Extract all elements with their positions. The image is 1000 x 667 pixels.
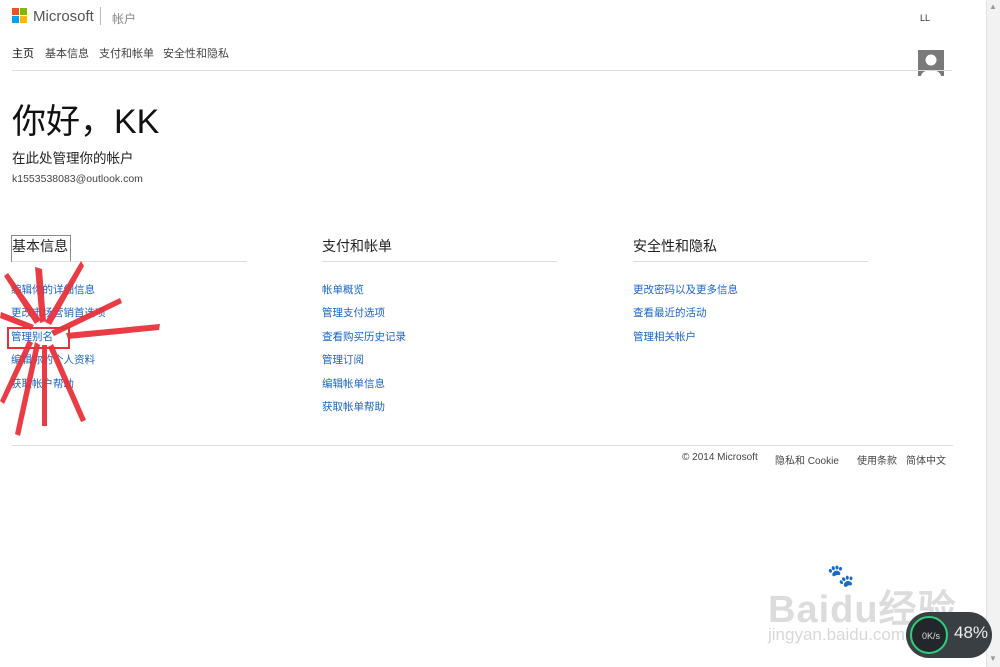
footer-divider xyxy=(12,445,953,446)
vertical-scrollbar[interactable]: ▲ ▼ xyxy=(986,0,1000,667)
nav-home[interactable]: 主页 xyxy=(12,45,34,61)
watermark-url: jingyan.baidu.com xyxy=(768,625,906,644)
nav-security-privacy[interactable]: 安全性和隐私 xyxy=(163,45,229,61)
link-recent-activity[interactable]: 查看最近的活动 xyxy=(633,305,707,320)
section-name[interactable]: 帐户 xyxy=(112,10,136,27)
link-manage-payment[interactable]: 管理支付选项 xyxy=(322,305,385,320)
link-billing-help[interactable]: 获取帐单帮助 xyxy=(322,399,385,414)
link-edit-billing-info[interactable]: 编辑帐单信息 xyxy=(322,376,385,391)
network-speed-widget[interactable]: 0K/s 48% xyxy=(906,612,992,658)
column-title-payment-billing: 支付和帐单 xyxy=(322,238,392,254)
account-email: k1553538083@outlook.com xyxy=(12,173,143,185)
link-marketing-preferences[interactable]: 更改市场营销首选项 xyxy=(11,305,106,320)
scroll-down-icon[interactable]: ▼ xyxy=(989,654,997,663)
link-related-accounts[interactable]: 管理相关帐户 xyxy=(633,329,696,344)
link-change-password[interactable]: 更改密码以及更多信息 xyxy=(633,282,738,297)
nav-payment-billing[interactable]: 支付和帐单 xyxy=(99,45,154,61)
speed-value: 0K/s xyxy=(922,631,941,641)
usage-percent: 48% xyxy=(954,623,989,642)
link-edit-details[interactable]: 编辑你的详细信息 xyxy=(11,282,95,297)
column-divider xyxy=(633,261,868,262)
link-purchase-history[interactable]: 查看购买历史记录 xyxy=(322,329,406,344)
link-manage-subscriptions[interactable]: 管理订阅 xyxy=(322,352,364,367)
footer-language-link[interactable]: 简体中文 xyxy=(906,452,946,467)
column-divider xyxy=(12,261,247,262)
page-subtitle: 在此处管理你的帐户 xyxy=(12,151,134,166)
arrow-icon xyxy=(66,324,160,339)
link-account-help[interactable]: 获取帐户帮助 xyxy=(11,376,74,391)
footer-privacy-link[interactable]: 隐私和 Cookie xyxy=(775,452,839,467)
person-icon xyxy=(918,50,944,76)
title-highlight-box xyxy=(11,235,71,262)
page-title: 你好，KK xyxy=(12,103,160,141)
scroll-up-icon[interactable]: ▲ xyxy=(989,2,997,11)
header-divider xyxy=(100,7,101,25)
column-title-security-privacy: 安全性和隐私 xyxy=(633,238,717,254)
arrow-icon xyxy=(0,340,33,404)
column-divider xyxy=(322,261,557,262)
avatar[interactable] xyxy=(918,50,944,76)
footer-terms-link[interactable]: 使用条款 xyxy=(857,452,897,467)
nav-basic-info[interactable]: 基本信息 xyxy=(45,45,89,61)
header-divider-line xyxy=(12,70,952,71)
user-initials[interactable]: LL xyxy=(920,13,930,23)
link-billing-overview[interactable]: 帐单概览 xyxy=(322,282,364,297)
brand-name[interactable]: Microsoft xyxy=(33,8,94,25)
footer-copyright: © 2014 Microsoft xyxy=(682,452,758,463)
link-edit-profile[interactable]: 编辑你的个人资料 xyxy=(11,352,95,367)
speed-dial: 0K/s xyxy=(910,616,948,654)
paw-icon: 🐾 xyxy=(827,563,855,588)
microsoft-logo-icon[interactable] xyxy=(12,8,28,24)
highlight-box xyxy=(7,327,70,349)
